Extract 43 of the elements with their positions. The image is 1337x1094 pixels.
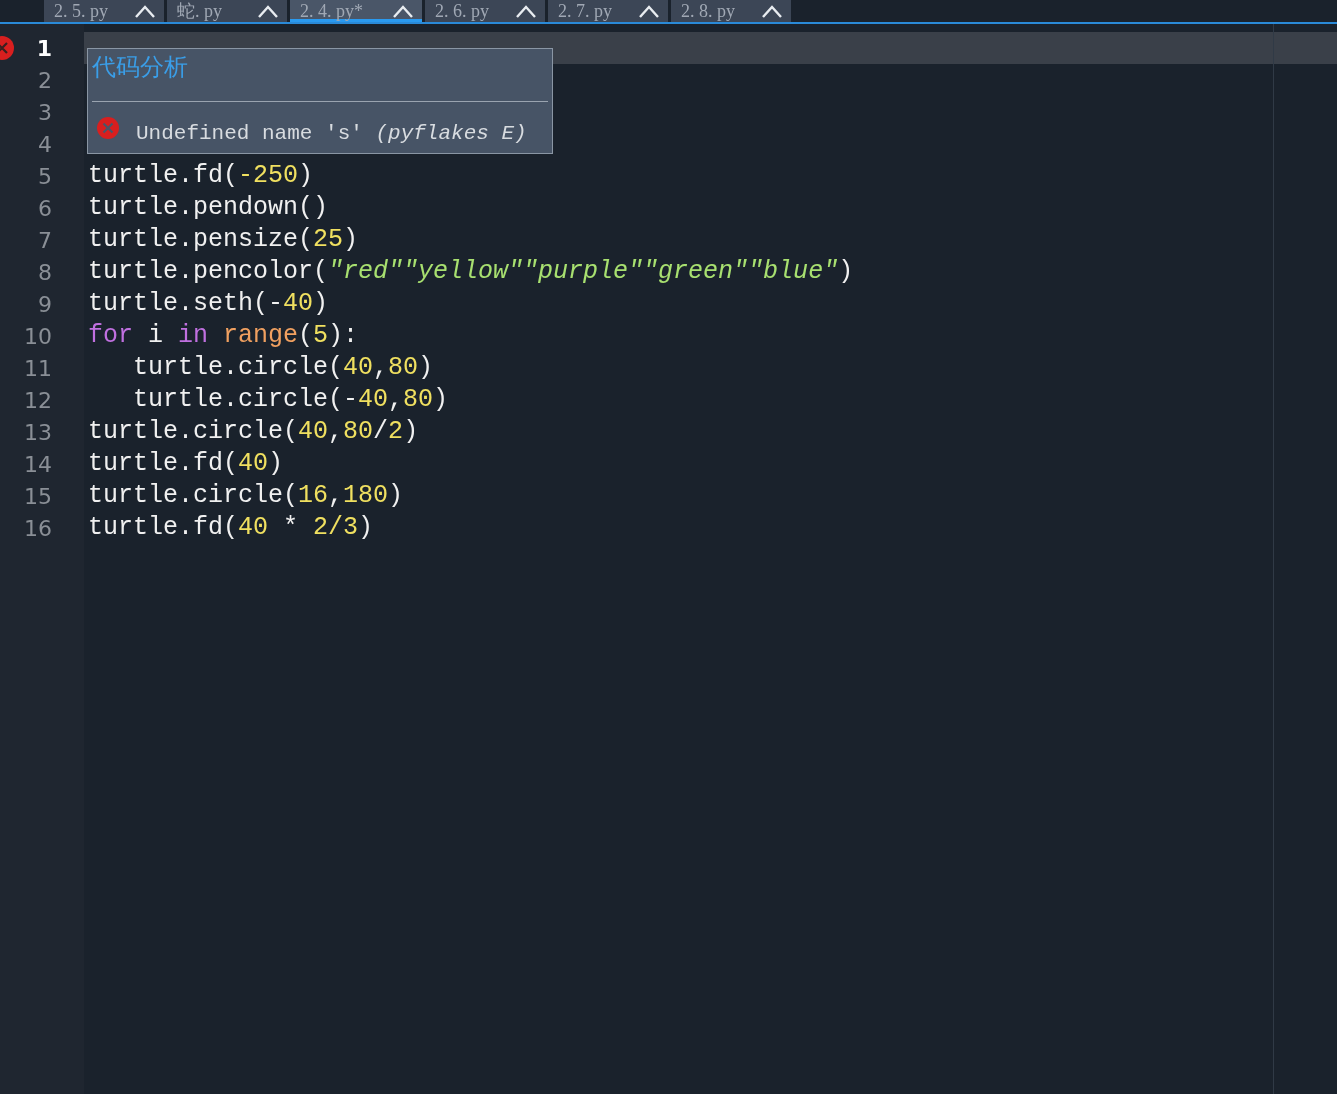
file-tab[interactable]: 2. 7. py bbox=[548, 0, 668, 22]
close-icon[interactable] bbox=[761, 4, 783, 18]
line-number: 13 bbox=[24, 419, 52, 445]
file-tab[interactable]: 2. 5. py bbox=[44, 0, 164, 22]
line-number: 4 bbox=[38, 131, 52, 157]
code-line: turtle.pencolor("red""yellow""purple""green""blue") bbox=[88, 257, 854, 287]
line-number: 3 bbox=[38, 99, 52, 125]
close-icon[interactable] bbox=[515, 4, 537, 18]
line-number: 9 bbox=[38, 291, 52, 317]
file-tab[interactable]: 蛇. py bbox=[167, 0, 287, 22]
close-icon[interactable] bbox=[134, 4, 156, 18]
code-line: turtle.fd(40 * 2/3) bbox=[88, 513, 374, 543]
code-line: turtle.seth(-40) bbox=[88, 289, 329, 319]
code-line: turtle.pendown() bbox=[88, 193, 329, 223]
close-icon[interactable] bbox=[638, 4, 660, 18]
line-number: 8 bbox=[38, 259, 52, 285]
line-number: 14 bbox=[24, 451, 52, 477]
line-number: 5 bbox=[38, 163, 52, 189]
code-line: turtle.circle(40,80/2) bbox=[88, 417, 419, 447]
code-line: turtle.circle(16,180) bbox=[88, 481, 404, 511]
line-number: 10 bbox=[24, 323, 52, 349]
error-message: Undefined name 's' (pyflakes E) bbox=[136, 121, 527, 145]
error-icon bbox=[96, 116, 120, 140]
line-number: 6 bbox=[38, 195, 52, 221]
file-tab[interactable]: 2. 4. py* bbox=[290, 0, 422, 22]
line-number: 1 bbox=[36, 35, 52, 61]
close-icon[interactable] bbox=[257, 4, 279, 18]
line-number: 16 bbox=[24, 515, 52, 541]
line-number: 12 bbox=[24, 387, 52, 413]
tooltip-title: 代码分析 bbox=[92, 52, 189, 83]
line-number: 11 bbox=[24, 355, 52, 381]
line-number: 7 bbox=[38, 227, 52, 253]
file-tab[interactable]: 2. 8. py bbox=[671, 0, 791, 22]
code-line: turtle.pensize(25) bbox=[88, 225, 359, 255]
code-line: turtle.fd(40) bbox=[88, 449, 284, 479]
code-line: turtle.circle(-40,80) bbox=[132, 385, 449, 415]
code-line: for i in range(5): bbox=[88, 321, 359, 351]
code-line: turtle.fd(-250) bbox=[88, 161, 314, 191]
line-number: 15 bbox=[24, 483, 52, 509]
close-icon[interactable] bbox=[392, 4, 414, 18]
code-line: turtle.circle(40,80) bbox=[132, 353, 434, 383]
line-number: 2 bbox=[38, 67, 52, 93]
file-tab[interactable]: 2. 6. py bbox=[425, 0, 545, 22]
